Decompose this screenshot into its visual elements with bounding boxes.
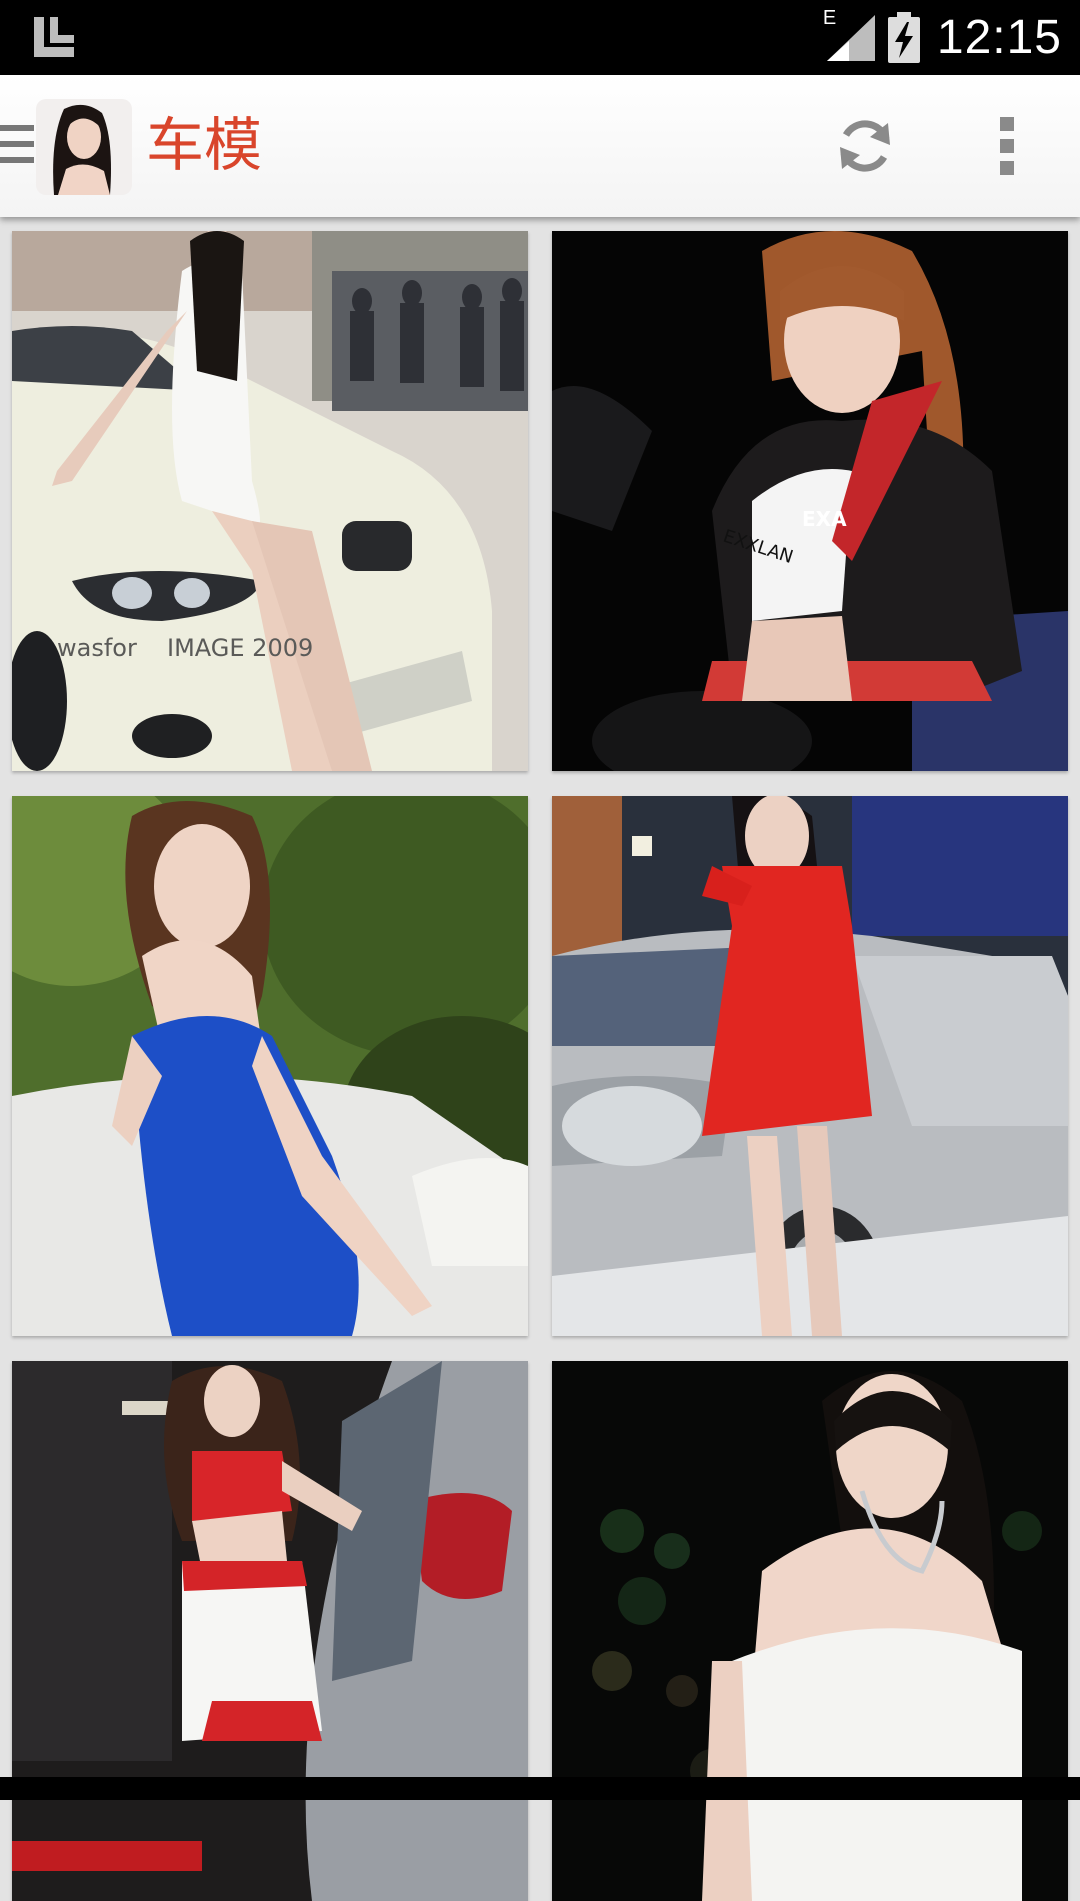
photo-tile[interactable]: wasfor IMAGE 2009: [12, 231, 528, 771]
photo-tile[interactable]: [552, 1361, 1068, 1901]
photo-tile[interactable]: [12, 1361, 528, 1901]
photo-tile[interactable]: [12, 796, 528, 1336]
clock: 12:15: [936, 11, 1062, 64]
navigation-bar: [0, 1777, 1080, 1800]
signal-indicator: E: [821, 7, 877, 63]
app-logo[interactable]: [36, 99, 132, 195]
notification-app-icon: [34, 17, 74, 57]
photo-tile[interactable]: EXXLAN EXA: [552, 231, 1068, 771]
refresh-icon[interactable]: [830, 111, 900, 181]
action-bar: 车模: [0, 75, 1080, 217]
photo-tile[interactable]: [552, 796, 1068, 1336]
network-type-label: E: [822, 6, 837, 29]
overflow-menu-icon[interactable]: [990, 111, 1024, 181]
jacket-logo-text: EXA: [802, 507, 847, 531]
page-title: 车模: [146, 111, 263, 179]
watermark-left: wasfor: [57, 634, 137, 662]
watermark-right: IMAGE 2009: [167, 634, 313, 662]
status-bar: E 12:15: [0, 0, 1080, 75]
battery-charging-icon: [887, 11, 920, 63]
drawer-toggle-icon[interactable]: [0, 125, 34, 169]
